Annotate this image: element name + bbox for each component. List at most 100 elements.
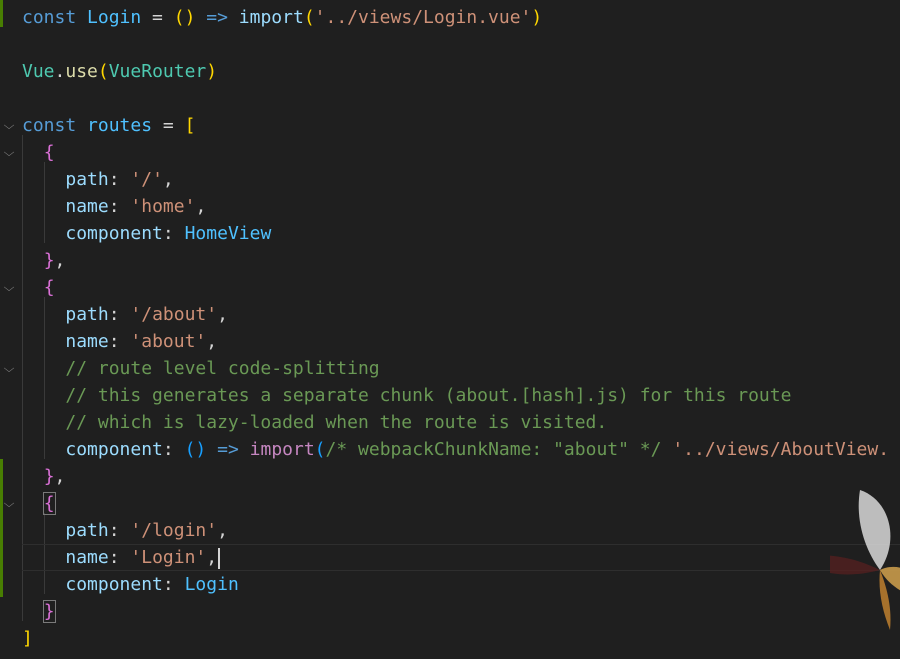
code-token: , xyxy=(195,196,207,217)
code-token: } xyxy=(43,466,55,487)
code-token: : xyxy=(108,169,131,190)
code-text: // route level code-splitting xyxy=(22,355,379,382)
code-token: name xyxy=(65,547,109,568)
code-text: const Login = () => import('../views/Log… xyxy=(22,4,542,31)
code-text: name: 'home', xyxy=(22,193,206,220)
code-token: name xyxy=(65,196,109,217)
code-line-3[interactable]: Vue.use(VueRouter) xyxy=(0,58,900,85)
fold-chevron-icon[interactable]: ⌵ xyxy=(0,139,18,166)
code-token: = xyxy=(152,115,185,136)
code-line-10[interactable]: }, xyxy=(0,247,900,274)
code-line-14[interactable]: ⌵ // route level code-splitting xyxy=(0,355,900,382)
code-text: { xyxy=(22,490,56,517)
code-token: : xyxy=(108,331,131,352)
code-token: , xyxy=(54,466,66,487)
code-line-17[interactable]: component: () => import(/* webpackChunkN… xyxy=(0,436,900,463)
code-text: Vue.use(VueRouter) xyxy=(22,58,217,85)
code-line-12[interactable]: path: '/about', xyxy=(0,301,900,328)
code-token: : xyxy=(162,574,185,595)
code-token: ] xyxy=(22,628,33,649)
code-text: name: 'Login', xyxy=(22,544,221,571)
code-token: => xyxy=(206,439,250,460)
code-line-15[interactable]: // this generates a separate chunk (abou… xyxy=(0,382,900,409)
code-token: import xyxy=(249,439,315,460)
code-token: 'Login' xyxy=(130,547,207,568)
code-token: = xyxy=(141,7,174,28)
code-line-23[interactable]: } xyxy=(0,598,900,625)
code-token: ( xyxy=(303,7,315,28)
fold-chevron-icon[interactable]: ⌵ xyxy=(0,490,18,517)
code-line-1[interactable]: const Login = () => import('../views/Log… xyxy=(0,4,900,31)
code-token: : xyxy=(108,304,131,325)
code-token: : xyxy=(108,520,131,541)
code-line-6[interactable]: ⌵ { xyxy=(0,139,900,166)
code-token: 'about' xyxy=(130,331,207,352)
code-text: const routes = [ xyxy=(22,112,195,139)
code-editor[interactable]: const Login = () => import('../views/Log… xyxy=(0,0,900,659)
code-line-24[interactable]: ] xyxy=(0,625,900,652)
fold-chevron-icon[interactable]: ⌵ xyxy=(0,274,18,301)
code-token: '/about' xyxy=(130,304,218,325)
code-line-21[interactable]: name: 'Login', xyxy=(0,544,900,571)
code-token: { xyxy=(42,492,56,515)
code-token: , xyxy=(217,520,228,541)
code-text: path: '/login', xyxy=(22,517,228,544)
code-token: : xyxy=(162,223,185,244)
code-line-7[interactable]: path: '/', xyxy=(0,166,900,193)
code-line-4[interactable] xyxy=(0,85,900,112)
code-token: , xyxy=(206,331,218,352)
code-line-18[interactable]: }, xyxy=(0,463,900,490)
code-line-22[interactable]: component: Login xyxy=(0,571,900,598)
code-line-13[interactable]: name: 'about', xyxy=(0,328,900,355)
code-token: ( xyxy=(97,61,109,82)
code-token: component xyxy=(65,439,163,460)
code-text: // which is lazy-loaded when the route i… xyxy=(22,409,607,436)
code-token: , xyxy=(217,304,228,325)
code-line-16[interactable]: // which is lazy-loaded when the route i… xyxy=(0,409,900,436)
fold-chevron-icon[interactable]: ⌵ xyxy=(0,112,18,139)
code-token: () xyxy=(184,439,207,460)
code-token: () xyxy=(173,7,196,28)
code-token: , xyxy=(162,169,174,190)
code-text: path: '/', xyxy=(22,166,174,193)
code-text: ] xyxy=(22,625,33,652)
code-text: }, xyxy=(22,463,66,490)
code-line-11[interactable]: ⌵ { xyxy=(0,274,900,301)
text-cursor xyxy=(218,547,221,569)
code-line-9[interactable]: component: HomeView xyxy=(0,220,900,247)
code-text: // this generates a separate chunk (abou… xyxy=(22,382,791,409)
code-token: : xyxy=(108,196,131,217)
code-text: path: '/about', xyxy=(22,301,228,328)
code-line-2[interactable] xyxy=(0,31,900,58)
code-line-5[interactable]: ⌵ const routes = [ xyxy=(0,112,900,139)
code-token: '../views/AboutView. xyxy=(672,439,890,460)
code-token: : xyxy=(162,439,185,460)
code-token: VueRouter xyxy=(108,61,207,82)
code-token: } xyxy=(42,600,56,623)
code-line-19[interactable]: ⌵ { xyxy=(0,490,900,517)
code-text: } xyxy=(22,598,56,625)
code-token: '/login' xyxy=(130,520,218,541)
code-line-8[interactable]: name: 'home', xyxy=(0,193,900,220)
code-token: , xyxy=(54,250,66,271)
code-token: . xyxy=(54,61,66,82)
code-text: { xyxy=(22,139,55,166)
code-token: ) xyxy=(531,7,543,28)
fold-chevron-icon[interactable]: ⌵ xyxy=(0,355,18,382)
code-line-20[interactable]: path: '/login', xyxy=(0,517,900,544)
code-token: => xyxy=(195,7,239,28)
decorative-corner-art xyxy=(830,490,900,630)
